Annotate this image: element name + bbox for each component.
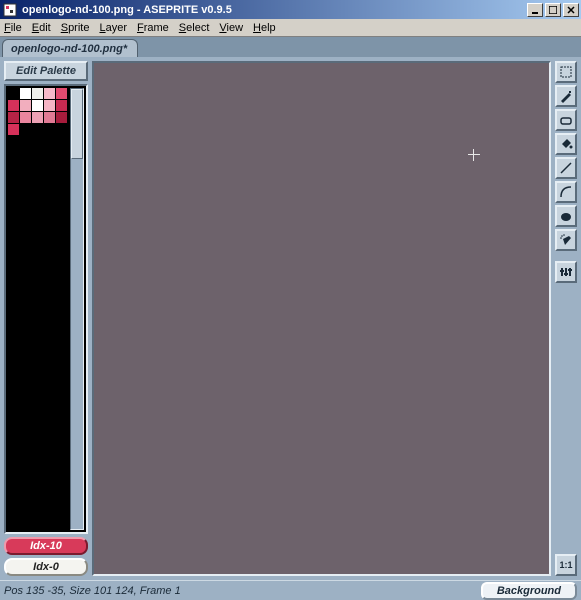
swatch[interactable] xyxy=(56,100,67,111)
swatch[interactable] xyxy=(44,100,55,111)
swatch[interactable] xyxy=(8,112,19,123)
swatch[interactable] xyxy=(8,124,19,135)
status-text: Pos 135 -35, Size 101 124, Frame 1 xyxy=(4,585,181,597)
swatch[interactable] xyxy=(32,112,43,123)
minimize-button[interactable] xyxy=(527,3,543,17)
tab-label: openlogo-nd-100.png* xyxy=(11,43,127,55)
canvas[interactable] xyxy=(92,61,551,576)
status-bar: Pos 135 -35, Size 101 124, Frame 1 Backg… xyxy=(0,580,581,600)
bg-color-button[interactable]: Idx-0 xyxy=(4,558,88,576)
workspace: Edit Palette Idx-10 Idx-0 1:1 xyxy=(0,57,581,580)
menu-file[interactable]: File xyxy=(4,22,22,34)
menu-select[interactable]: Select xyxy=(179,22,210,34)
bucket-tool[interactable] xyxy=(555,133,577,155)
menu-sprite[interactable]: Sprite xyxy=(61,22,90,34)
eraser-tool[interactable] xyxy=(555,109,577,131)
swatch-grid[interactable] xyxy=(6,86,66,532)
scrollbar-thumb[interactable] xyxy=(71,89,83,159)
marquee-tool[interactable] xyxy=(555,61,577,83)
curve-tool[interactable] xyxy=(555,181,577,203)
title-bar: openlogo-nd-100.png - ASEPRITE v0.9.5 xyxy=(0,0,581,19)
palette-scrollbar[interactable] xyxy=(70,88,84,530)
close-button[interactable] xyxy=(563,3,579,17)
palette-box xyxy=(4,84,88,534)
swatch[interactable] xyxy=(32,100,43,111)
swatch[interactable] xyxy=(20,88,31,99)
menu-edit[interactable]: Edit xyxy=(32,22,51,34)
swatch[interactable] xyxy=(44,112,55,123)
fg-color-button[interactable]: Idx-10 xyxy=(4,537,88,555)
window-title: openlogo-nd-100.png - ASEPRITE v0.9.5 xyxy=(22,4,232,16)
blur-tool[interactable] xyxy=(555,205,577,227)
swatch[interactable] xyxy=(56,88,67,99)
menu-bar: File Edit Sprite Layer Frame Select View… xyxy=(0,19,581,37)
menu-frame[interactable]: Frame xyxy=(137,22,169,34)
palette-panel: Edit Palette Idx-10 Idx-0 xyxy=(0,57,92,580)
menu-layer[interactable]: Layer xyxy=(99,22,127,34)
maximize-button[interactable] xyxy=(545,3,561,17)
menu-help[interactable]: Help xyxy=(253,22,276,34)
swatch[interactable] xyxy=(56,112,67,123)
tab-document[interactable]: openlogo-nd-100.png* xyxy=(2,39,138,57)
swatch[interactable] xyxy=(20,100,31,111)
tab-bar: openlogo-nd-100.png* xyxy=(0,37,581,57)
line-tool[interactable] xyxy=(555,157,577,179)
zoom-indicator[interactable]: 1:1 xyxy=(555,554,577,576)
cursor-crosshair-icon xyxy=(468,149,480,161)
swatch[interactable] xyxy=(8,100,19,111)
app-icon xyxy=(2,2,18,18)
swatch[interactable] xyxy=(20,112,31,123)
tool-bar: 1:1 xyxy=(553,57,581,580)
pencil-tool[interactable] xyxy=(555,85,577,107)
configure-tool[interactable] xyxy=(555,261,577,283)
canvas-wrap xyxy=(92,57,553,580)
spray-tool[interactable] xyxy=(555,229,577,251)
swatch[interactable] xyxy=(32,88,43,99)
edit-palette-button[interactable]: Edit Palette xyxy=(4,61,88,81)
menu-view[interactable]: View xyxy=(219,22,243,34)
swatch[interactable] xyxy=(44,88,55,99)
swatch[interactable] xyxy=(8,88,19,99)
layer-button[interactable]: Background xyxy=(481,582,577,600)
